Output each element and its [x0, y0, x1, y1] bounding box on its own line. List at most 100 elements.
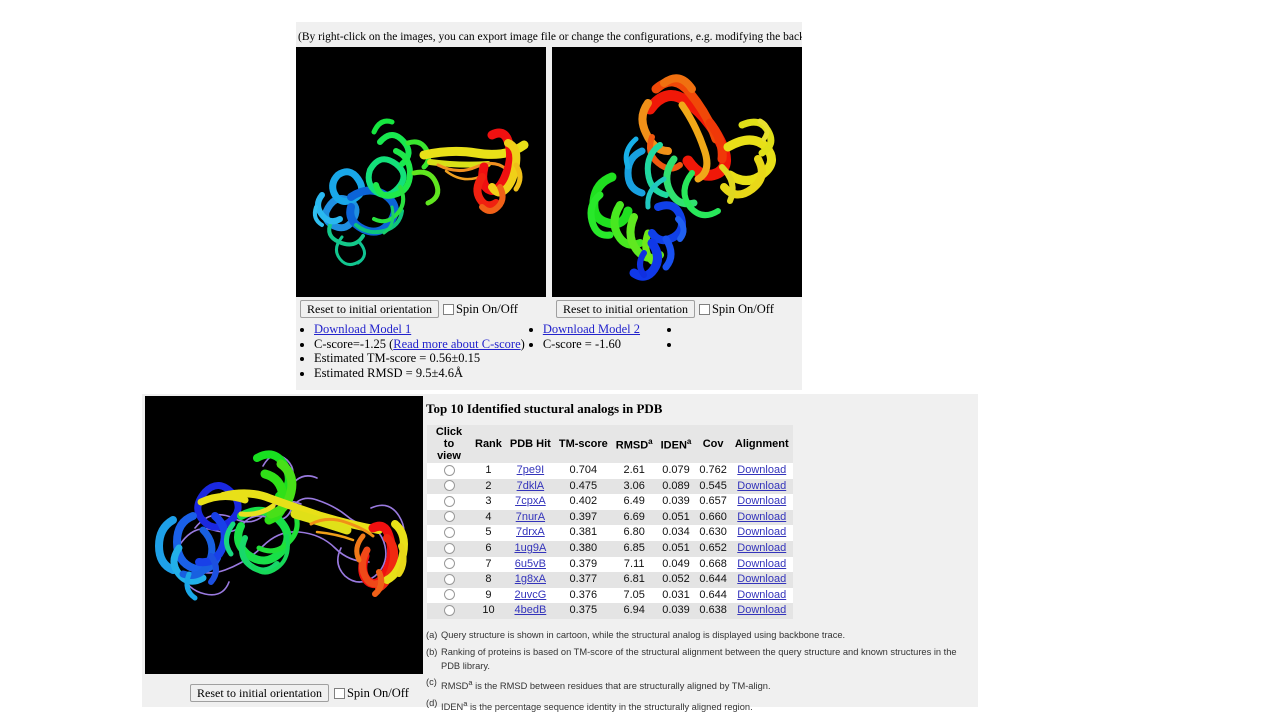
- alignment-download-link[interactable]: Download: [737, 495, 786, 507]
- model-2-controls: Reset to initial orientation Spin On/Off: [552, 297, 802, 320]
- row-rmsd: 6.85: [611, 540, 657, 557]
- alignment-download-link[interactable]: Download: [737, 464, 786, 476]
- analog-viewer-controls: Reset to initial orientation Spin On/Off: [142, 674, 424, 702]
- alignment-download-link[interactable]: Download: [737, 511, 786, 523]
- models-panel: (By right-click on the images, you can e…: [296, 22, 802, 391]
- table-row: 5 7drxA 0.381 6.80 0.034 0.630 Download: [427, 525, 793, 541]
- analog-spin-checkbox[interactable]: [333, 687, 345, 699]
- alignment-download-link[interactable]: Download: [737, 573, 786, 585]
- row-alignment-cell: Download: [730, 494, 793, 510]
- row-tm-score: 0.377: [554, 572, 612, 588]
- row-rmsd: 6.80: [611, 525, 657, 541]
- row-select-radio[interactable]: [443, 542, 455, 554]
- pdb-hit-link[interactable]: 6u5vB: [515, 558, 546, 570]
- pdb-hit-link[interactable]: 1ug9A: [514, 542, 546, 554]
- model-1-rmsd-item: Estimated RMSD = 9.5±4.6Å: [314, 366, 525, 381]
- pdb-hit-link[interactable]: 7dklA: [517, 480, 545, 492]
- row-select-radio[interactable]: [443, 558, 455, 570]
- row-select-radio[interactable]: [443, 464, 455, 476]
- header-iden-text: IDEN: [660, 439, 687, 452]
- row-iden: 0.039: [656, 494, 696, 510]
- row-cov: 0.545: [695, 478, 731, 495]
- row-cov: 0.762: [695, 463, 731, 479]
- pdb-hit-link[interactable]: 2uvcG: [514, 589, 546, 601]
- row-cov: 0.644: [695, 587, 731, 604]
- model-2-reset-button[interactable]: Reset to initial orientation: [556, 300, 695, 318]
- download-model-2-link[interactable]: Download Model 2: [543, 322, 640, 336]
- analogs-table-body: 1 7pe9I 0.704 2.61 0.079 0.762 Download 2 7dklA 0…: [427, 463, 793, 619]
- analog-superposition-viewer[interactable]: [145, 396, 423, 674]
- row-select-cell: [427, 525, 471, 541]
- pdb-hit-link[interactable]: 7pe9I: [517, 464, 545, 476]
- alignment-download-link[interactable]: Download: [737, 604, 786, 616]
- table-row: 3 7cpxA 0.402 6.49 0.039 0.657 Download: [427, 494, 793, 510]
- row-select-cell: [427, 540, 471, 557]
- header-click-line2: to view: [437, 438, 461, 462]
- analogs-header-row: Click to view Rank PDB Hit TM-score RMSD…: [427, 425, 793, 463]
- model-1-reset-button[interactable]: Reset to initial orientation: [300, 300, 439, 318]
- row-select-cell: [427, 603, 471, 619]
- model-2-viewer[interactable]: [552, 47, 802, 297]
- page-root: (By right-click on the images, you can e…: [0, 0, 1280, 720]
- row-select-radio[interactable]: [443, 604, 455, 616]
- row-select-radio[interactable]: [443, 573, 455, 585]
- analog-spin-toggle[interactable]: Spin On/Off: [333, 685, 409, 701]
- row-iden: 0.051: [656, 540, 696, 557]
- table-row: 4 7nurA 0.397 6.69 0.051 0.660 Download: [427, 509, 793, 526]
- header-click-to-view: Click to view: [427, 425, 471, 463]
- row-tm-score: 0.381: [554, 525, 612, 541]
- alignment-download-link[interactable]: Download: [737, 526, 786, 538]
- model-2-spin-checkbox[interactable]: [698, 303, 710, 315]
- header-iden-sup: a: [686, 437, 692, 447]
- row-tm-score: 0.380: [554, 540, 612, 557]
- row-rank: 3: [471, 494, 506, 510]
- model-1-controls: Reset to initial orientation Spin On/Off: [296, 297, 546, 320]
- model-2-spin-toggle[interactable]: Spin On/Off: [698, 301, 774, 317]
- model-1-cscore-text: C-score=-1.25 (: [314, 336, 394, 351]
- pdb-hit-link[interactable]: 7cpxA: [515, 495, 546, 507]
- analog-spin-label: Spin On/Off: [346, 685, 409, 700]
- model-1-viewer[interactable]: [296, 47, 546, 297]
- row-select-radio[interactable]: [443, 526, 455, 538]
- analog-reset-button[interactable]: Reset to initial orientation: [190, 684, 329, 702]
- alignment-download-link[interactable]: Download: [737, 542, 786, 554]
- row-pdb-cell: 6u5vB: [505, 556, 555, 573]
- row-rmsd: 6.81: [611, 572, 657, 588]
- table-row: 10 4bedB 0.375 6.94 0.039 0.638 Download: [427, 603, 793, 619]
- pdb-hit-link[interactable]: 1g8xA: [515, 573, 546, 585]
- row-tm-score: 0.704: [554, 463, 612, 479]
- pdb-hit-link[interactable]: 7drxA: [516, 526, 545, 538]
- row-pdb-cell: 1ug9A: [505, 540, 555, 557]
- row-select-radio[interactable]: [443, 589, 455, 601]
- header-pdb-hit: PDB Hit: [505, 425, 555, 463]
- alignment-download-link[interactable]: Download: [737, 558, 786, 570]
- model-1-spin-checkbox[interactable]: [442, 303, 454, 315]
- row-select-radio[interactable]: [443, 480, 455, 492]
- row-select-radio[interactable]: [443, 495, 455, 507]
- row-cov: 0.668: [695, 556, 731, 573]
- row-rmsd: 6.69: [611, 509, 657, 526]
- footnote-key: (a): [426, 629, 438, 640]
- row-rmsd: 7.05: [611, 587, 657, 604]
- read-more-cscore-link[interactable]: Read more about C-score: [393, 337, 520, 351]
- model-1-spin-toggle[interactable]: Spin On/Off: [442, 302, 518, 317]
- table-row: 8 1g8xA 0.377 6.81 0.052 0.644 Download: [427, 572, 793, 588]
- row-alignment-cell: Download: [730, 603, 793, 619]
- model-2-column: Reset to initial orientation Spin On/Off: [552, 47, 802, 320]
- row-pdb-cell: 7cpxA: [505, 494, 555, 510]
- row-pdb-cell: 4bedB: [505, 603, 555, 619]
- row-select-radio[interactable]: [443, 511, 455, 523]
- pdb-hit-link[interactable]: 4bedB: [514, 604, 546, 616]
- row-alignment-cell: Download: [730, 463, 793, 479]
- pdb-hit-link[interactable]: 7nurA: [516, 511, 545, 523]
- model-2-spin-label: Spin On/Off: [711, 301, 774, 316]
- alignment-download-link[interactable]: Download: [737, 480, 786, 492]
- header-cov: Cov: [695, 425, 731, 463]
- alignment-download-link[interactable]: Download: [737, 589, 786, 601]
- download-model-1-link[interactable]: Download Model 1: [314, 322, 411, 336]
- header-rmsd-sup: a: [648, 437, 653, 447]
- header-rmsd-text: RMSD: [615, 439, 649, 452]
- row-rank: 7: [471, 556, 506, 573]
- row-cov: 0.644: [695, 572, 731, 588]
- row-select-cell: [427, 478, 471, 495]
